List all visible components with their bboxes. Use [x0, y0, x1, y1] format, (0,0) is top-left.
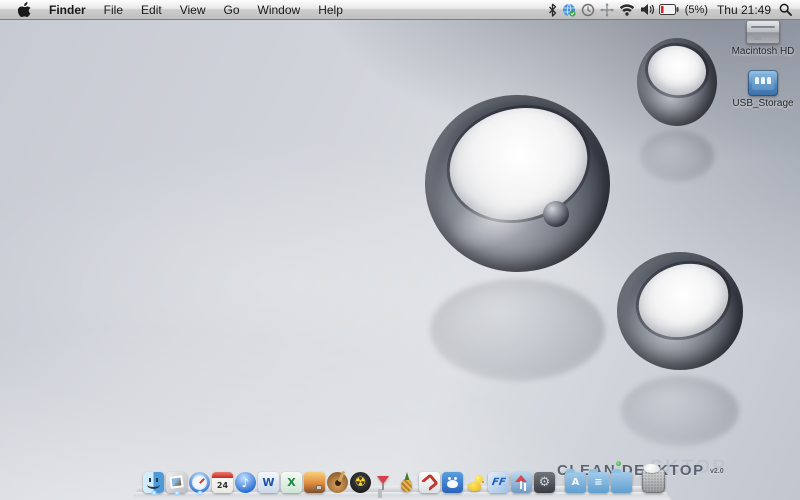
dock-icon-safari[interactable]: [189, 472, 210, 496]
menu-window[interactable]: Window: [249, 3, 310, 17]
documents-folder-icon: ≡: [588, 469, 609, 493]
itunes-glyph: ♪: [241, 475, 250, 490]
desktop-icon-usb-storage[interactable]: USB_Storage: [727, 70, 799, 109]
gear-utility-icon: ⚙: [534, 472, 555, 493]
sphere-bottom-reflection: [621, 376, 739, 446]
dock-icon-documents-folder[interactable]: ≡: [588, 469, 609, 493]
dock-icon-garageband[interactable]: [327, 472, 348, 493]
menu-edit[interactable]: Edit: [132, 3, 171, 17]
cocktail-icon: [373, 472, 394, 493]
documents-folder-glyph: ≡: [594, 477, 603, 488]
dock-icon-cocktail[interactable]: [373, 472, 394, 493]
sphere-small-reflection: [640, 130, 714, 182]
dock-icon-trash[interactable]: [642, 464, 665, 493]
spotlight-icon[interactable]: [779, 3, 792, 16]
excel-glyph: X: [287, 476, 296, 489]
menu-finder[interactable]: Finder: [40, 3, 95, 17]
internal-drive-icon: [746, 20, 780, 44]
sphere-large-reflection: [430, 279, 605, 381]
menu-help[interactable]: Help: [309, 3, 352, 17]
downloads-folder-icon: [611, 469, 632, 493]
dock-icon-applications-folder[interactable]: A: [565, 469, 586, 493]
sphere-highlight-face: [629, 252, 738, 349]
iphoto-icon: [304, 472, 325, 493]
metal-sphere-bottom-right: [617, 252, 743, 370]
running-indicator: [150, 490, 157, 496]
gear-utility-glyph: ⚙: [538, 475, 551, 490]
excel-icon: X: [281, 472, 302, 493]
flip4mac-icon: FF: [488, 472, 509, 493]
time-machine-clock-icon[interactable]: [581, 3, 595, 17]
sync-globe-icon[interactable]: [562, 3, 576, 17]
dock-icon-iphoto[interactable]: [304, 472, 325, 493]
toast-burner-glyph: ☢: [354, 475, 367, 490]
dock-icon-gear-utility[interactable]: ⚙: [534, 472, 555, 493]
sphere-mini-reflection: [543, 201, 570, 228]
dock-icon-excel[interactable]: X: [281, 472, 302, 493]
ical-icon: 24: [212, 472, 233, 493]
dock-icon-cyberduck[interactable]: [465, 472, 486, 493]
dock-icon-toast-burner[interactable]: ☢: [350, 472, 371, 493]
menu-go[interactable]: Go: [215, 3, 249, 17]
battery-percent: (5%): [684, 3, 708, 16]
dock-icon-preview[interactable]: [166, 472, 187, 496]
trash-icon: [642, 464, 665, 493]
network-users-glyph: [755, 77, 759, 84]
metal-sphere-small-top: [637, 38, 717, 126]
menu-bar: Finder File Edit View Go Window Help (5%…: [0, 0, 800, 20]
menu-clock[interactable]: Thu 21:49: [714, 3, 774, 17]
dock-icon-flip4mac[interactable]: FF: [488, 472, 509, 493]
cyberduck-icon: [465, 472, 486, 493]
wallpaper-version: v2.0: [709, 468, 724, 475]
dock: 24 ♪ W X ☢ FF ⚙ A ≡: [143, 464, 665, 496]
pineapple-app-icon: [396, 472, 417, 493]
volume-icon[interactable]: [640, 3, 654, 16]
battery-icon[interactable]: [658, 4, 679, 15]
menu-file[interactable]: File: [95, 3, 132, 17]
sphere-highlight-face: [645, 42, 709, 99]
wifi-icon[interactable]: [619, 3, 635, 16]
desktop-screen: Finder File Edit View Go Window Help (5%…: [0, 0, 800, 500]
usb-drive-icon: [748, 70, 778, 96]
word-icon: W: [258, 472, 279, 493]
garageband-icon: [327, 472, 348, 493]
dock-icon-azureus[interactable]: [442, 472, 463, 493]
menu-view[interactable]: View: [171, 3, 215, 17]
dock-icon-pineapple-app[interactable]: [396, 472, 417, 493]
dock-icon-vmware-fusion[interactable]: [419, 472, 440, 493]
toast-burner-icon: ☢: [350, 472, 371, 493]
azureus-icon: [442, 472, 463, 493]
crosshair-icon[interactable]: [599, 2, 614, 17]
dock-icon-finder[interactable]: [143, 472, 164, 496]
dock-icon-itunes[interactable]: ♪: [235, 472, 256, 493]
desktop-icon-label: Macintosh HD: [731, 46, 795, 57]
desktop-icon-label: USB_Storage: [732, 98, 794, 109]
running-indicator: [196, 490, 203, 496]
ical-glyph: 24: [216, 481, 229, 490]
metal-sphere-large: [425, 94, 610, 272]
beach-photo-app-icon: [511, 472, 532, 493]
applications-folder-icon: A: [565, 469, 586, 493]
applications-folder-glyph: A: [571, 477, 580, 488]
wallpaper-green-dot: [616, 461, 621, 466]
desktop-icon-macintosh-hd[interactable]: Macintosh HD: [727, 20, 799, 57]
dock-icon-ical[interactable]: 24: [212, 472, 233, 493]
vmware-fusion-icon: [419, 472, 440, 493]
bluetooth-icon[interactable]: [548, 3, 557, 17]
running-indicator: [173, 490, 180, 496]
dock-icon-word[interactable]: W: [258, 472, 279, 493]
apple-icon: [18, 2, 31, 17]
dock-icon-downloads-folder[interactable]: [611, 469, 632, 493]
apple-menu[interactable]: [9, 2, 40, 17]
word-glyph: W: [262, 476, 275, 489]
itunes-icon: ♪: [235, 472, 256, 493]
flip4mac-glyph: FF: [490, 477, 507, 488]
dock-icon-beach-photo-app[interactable]: [511, 472, 532, 493]
